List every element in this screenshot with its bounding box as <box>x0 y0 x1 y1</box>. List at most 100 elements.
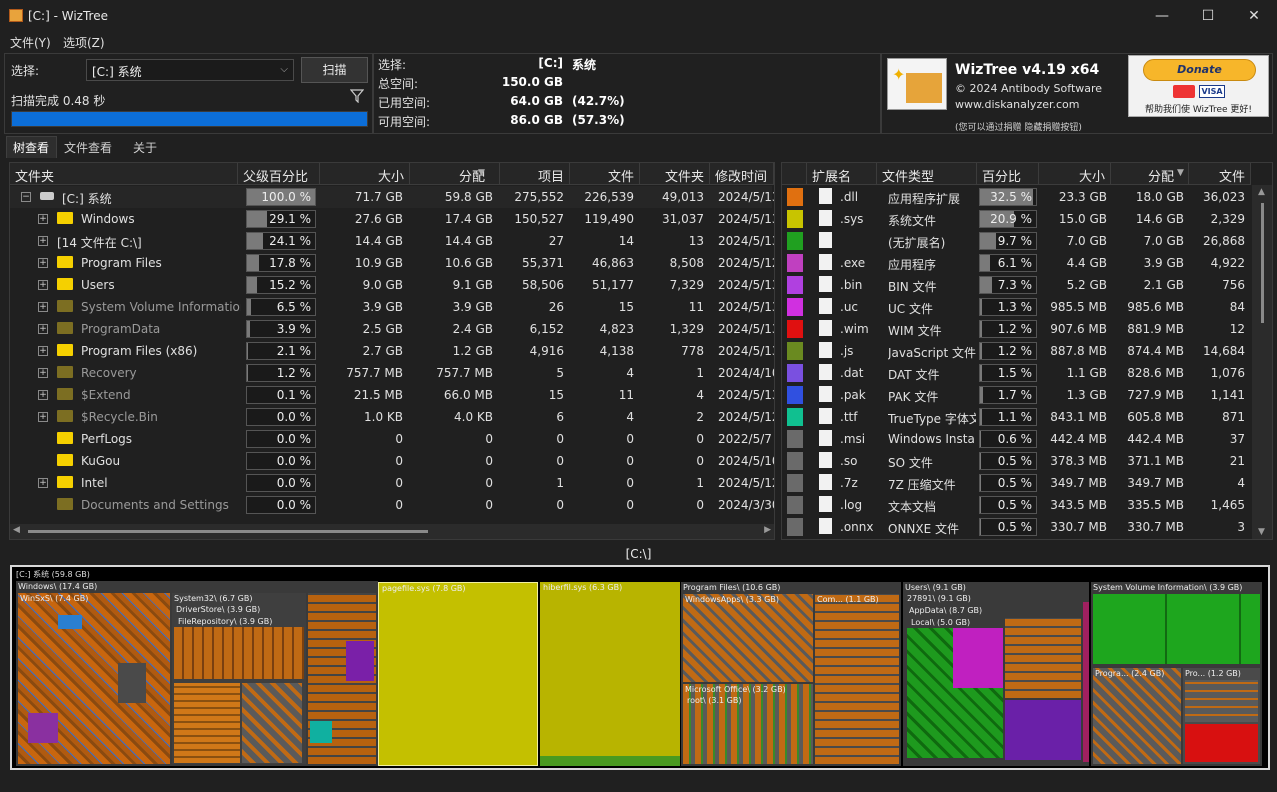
treemap[interactable]: [C:] 系统 (59.8 GB) Windows\ (17.4 GB) Win… <box>10 565 1270 770</box>
ext-pct-bar: 0.6 % <box>979 430 1037 448</box>
tree-cell-files: 0 <box>626 432 634 446</box>
col-header-files[interactable]: 文件 <box>570 163 640 185</box>
col-header-ext-size[interactable]: 大小 <box>1039 163 1111 185</box>
tm-system-volume-info[interactable]: System Volume Information\ (3.9 GB) Prog… <box>1091 582 1262 766</box>
tm-windowsapps[interactable]: WindowsApps\ (3.3 GB) <box>683 594 813 682</box>
extension-row[interactable]: .msiWindows Installe0.6 %442.4 MB442.4 M… <box>782 428 1252 450</box>
extension-row[interactable]: .log 文本文档 0.5 % 343.5 MB 335.5 MB 1,465 <box>782 494 1252 516</box>
tree-row[interactable]: − [C:] 系统 100.0 % 71.7 GB 59.8 GB 275,552 226,… <box>10 186 774 208</box>
ext-cell-alloc: 18.0 GB <box>1135 190 1184 204</box>
extension-row[interactable]: .dll 应用程序扩展 32.5 % 23.3 GB 18.0 GB 36,023 <box>782 186 1252 208</box>
expand-icon[interactable]: + <box>38 302 48 312</box>
expand-icon[interactable]: + <box>38 236 48 246</box>
tree-scroll-thumb[interactable] <box>28 530 428 533</box>
tree-horizontal-scrollbar[interactable]: ◀ ▶ <box>10 524 774 539</box>
tm-system32[interactable]: System32\ (6.7 GB) DriverStore\ (3.9 GB)… <box>172 593 306 764</box>
tree-row[interactable]: + [14 文件在 C:\] 24.1 % 14.4 GB 14.4 GB 27 14 13 2… <box>10 230 774 252</box>
tree-row[interactable]: + System Volume Information 6.5 % 3.9 GB 3.9… <box>10 296 774 318</box>
tm-users[interactable]: Users\ (9.1 GB) 27891\ (9.1 GB) AppData\… <box>903 582 1089 766</box>
tab-file-view[interactable]: 文件查看 <box>64 139 112 156</box>
extension-row[interactable]: (无扩展名) 9.7 % 7.0 GB 7.0 GB 26,868 <box>782 230 1252 252</box>
collapse-icon[interactable]: − <box>21 192 31 202</box>
extension-row[interactable]: .pak PAK 文件 1.7 % 1.3 GB 727.9 MB 1,141 <box>782 384 1252 406</box>
col-header-file-type[interactable]: 文件类型 <box>877 163 977 185</box>
col-header-parent-pct[interactable]: 父级百分比 <box>238 163 320 185</box>
scroll-down-icon[interactable]: ▼ <box>1258 527 1265 537</box>
tree-row[interactable]: PerfLogs 0.0 % 0 0 0 0 0 2022/5/7 13 <box>10 428 774 450</box>
minimize-button[interactable]: — <box>1139 0 1185 32</box>
extension-row[interactable]: .dat DAT 文件 1.5 % 1.1 GB 828.6 MB 1,076 <box>782 362 1252 384</box>
expand-icon[interactable]: + <box>38 478 48 488</box>
col-header-modified[interactable]: 修改时间 <box>710 163 774 185</box>
menu-file[interactable]: 文件(Y) <box>10 34 51 51</box>
extension-row[interactable]: .onnx ONNXE 文件 0.5 % 330.7 MB 330.7 MB 3 <box>782 516 1252 538</box>
tm-users-label: Users\ (9.1 GB) <box>905 583 966 592</box>
website-link[interactable]: www.diskanalyzer.com <box>955 98 1080 111</box>
extension-row[interactable]: .sys 系统文件 20.9 % 15.0 GB 14.6 GB 2,329 <box>782 208 1252 230</box>
ext-cell-files: 14,684 <box>1203 344 1245 358</box>
menu-options[interactable]: 选项(Z) <box>63 34 105 51</box>
scroll-up-icon[interactable]: ▲ <box>1258 187 1265 197</box>
scan-button[interactable]: 扫描 <box>301 57 368 83</box>
tm-winsxs[interactable]: WinSxS\ (7.4 GB) <box>18 593 170 764</box>
extension-row[interactable]: .wim WIM 文件 1.2 % 907.6 MB 881.9 MB 12 <box>782 318 1252 340</box>
expand-icon[interactable]: + <box>38 258 48 268</box>
info-used-label: 已用空间: <box>378 96 431 110</box>
tm-ms-office[interactable]: Microsoft Office\ (3.2 GB) root\ (3.1 GB… <box>683 684 813 764</box>
donate-button[interactable]: Donate <box>1143 59 1256 81</box>
maximize-button[interactable]: ☐ <box>1185 0 1231 32</box>
col-header-items[interactable]: 项目 <box>500 163 570 185</box>
expand-icon[interactable]: + <box>38 214 48 224</box>
tree-row[interactable]: + Windows 29.1 % 27.6 GB 17.4 GB 150,527 119,4… <box>10 208 774 230</box>
tree-row[interactable]: Documents and Settings 0.0 % 0 0 0 0 0 2024/3/3… <box>10 494 774 516</box>
tree-row[interactable]: + $Recycle.Bin 0.0 % 1.0 KB 4.0 KB 6 4 2 2024/5/… <box>10 406 774 428</box>
tree-row[interactable]: + Intel 0.0 % 0 0 1 0 1 2024/5/12 2 <box>10 472 774 494</box>
tree-row[interactable]: KuGou 0.0 % 0 0 0 0 0 2024/5/10 1 <box>10 450 774 472</box>
col-header-size[interactable]: 大小 <box>320 163 410 185</box>
tab-tree-view[interactable]: 树查看 <box>13 139 49 156</box>
tm-windows-other[interactable] <box>308 593 376 764</box>
tm-com[interactable]: Com... (1.1 GB) <box>815 594 899 764</box>
col-header-alloc[interactable]: 分配 <box>410 163 500 185</box>
tree-row[interactable]: + Program Files 17.8 % 10.9 GB 10.6 GB 55,371… <box>10 252 774 274</box>
tab-about[interactable]: 关于 <box>133 139 157 156</box>
ext-cell-files: 3 <box>1237 520 1245 534</box>
tree-row[interactable]: + ProgramData 3.9 % 2.5 GB 2.4 GB 6,152 4,823 1… <box>10 318 774 340</box>
tm-hiberfil[interactable]: hiberfil.sys (6.3 GB) <box>540 582 680 766</box>
drive-select[interactable]: [C:] 系统 ⌵ <box>86 59 294 81</box>
tree-row[interactable]: + Users 15.2 % 9.0 GB 9.1 GB 58,506 51,177 7,32… <box>10 274 774 296</box>
expand-icon[interactable]: + <box>38 280 48 290</box>
tree-row[interactable]: + Program Files (x86) 2.1 % 2.7 GB 1.2 GB 4,9… <box>10 340 774 362</box>
extension-row[interactable]: .7z 7Z 压缩文件 0.5 % 349.7 MB 349.7 MB 4 <box>782 472 1252 494</box>
tree-row[interactable]: + $Extend 0.1 % 21.5 MB 66.0 MB 15 11 4 2024/5/1… <box>10 384 774 406</box>
extension-row[interactable]: .so SO 文件 0.5 % 378.3 MB 371.1 MB 21 <box>782 450 1252 472</box>
expand-icon[interactable]: + <box>38 346 48 356</box>
tm-windows[interactable]: Windows\ (17.4 GB) WinSxS\ (7.4 GB) Syst… <box>16 581 378 766</box>
expand-icon[interactable]: + <box>38 324 48 334</box>
expand-icon[interactable]: + <box>38 368 48 378</box>
extension-row[interactable]: .uc UC 文件 1.3 % 985.5 MB 985.6 MB 84 <box>782 296 1252 318</box>
close-button[interactable]: ✕ <box>1231 0 1277 32</box>
extension-row[interactable]: .ttf TrueType 字体文 1.1 % 843.1 MB 605.8 MB 871 <box>782 406 1252 428</box>
col-header-folders[interactable]: 文件夹 <box>640 163 710 185</box>
filter-icon[interactable] <box>350 89 364 103</box>
donate-box[interactable]: Donate VISA 帮助我们使 WizTree 更好! <box>1128 55 1269 117</box>
expand-icon[interactable]: + <box>38 390 48 400</box>
file-type-icon <box>819 474 832 490</box>
expand-icon[interactable]: + <box>38 412 48 422</box>
col-header-extension[interactable]: 扩展名 <box>807 163 877 185</box>
extension-row[interactable]: .js JavaScript 文件 1.2 % 887.8 MB 874.4 MB 14,… <box>782 340 1252 362</box>
tm-programdata[interactable]: Progra... (2.4 GB) <box>1093 668 1181 764</box>
extension-row[interactable]: .exe 应用程序 6.1 % 4.4 GB 3.9 GB 4,922 <box>782 252 1252 274</box>
col-header-ext-files[interactable]: 文件 <box>1189 163 1251 185</box>
ext-scroll-thumb[interactable] <box>1261 203 1264 323</box>
tm-program-files[interactable]: Program Files\ (10.6 GB) WindowsApps\ (3… <box>681 582 901 766</box>
col-header-folder[interactable]: 文件夹 <box>10 163 238 185</box>
extension-row[interactable]: .bin BIN 文件 7.3 % 5.2 GB 2.1 GB 756 <box>782 274 1252 296</box>
tree-row[interactable]: + Recovery 1.2 % 757.7 MB 757.7 MB 5 4 1 2024/4/… <box>10 362 774 384</box>
tm-pro[interactable]: Pro... (1.2 GB) <box>1183 668 1260 764</box>
ext-pct-text: 0.5 % <box>997 520 1032 534</box>
col-header-percent[interactable]: 百分比 <box>977 163 1039 185</box>
extension-vertical-scrollbar[interactable]: ▲ ▼ <box>1252 185 1272 539</box>
tm-pagefile[interactable]: pagefile.sys (7.8 GB) <box>378 582 538 766</box>
